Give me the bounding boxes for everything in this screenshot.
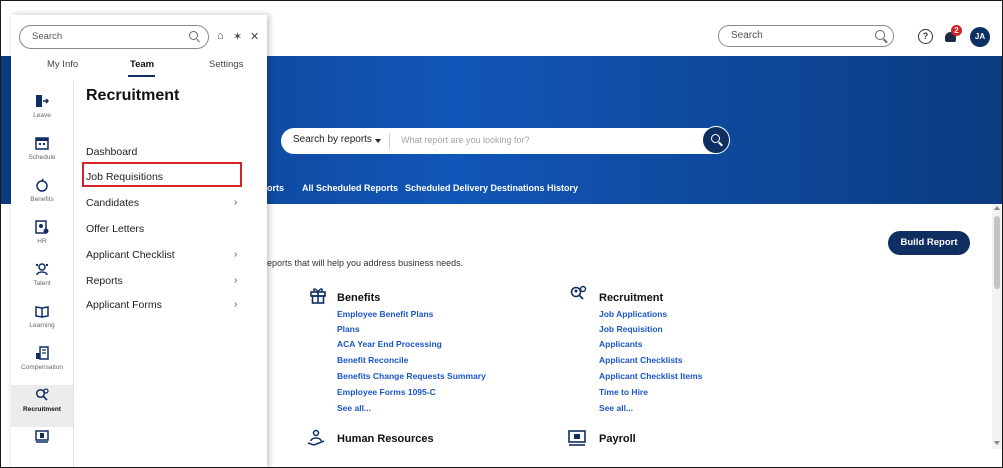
recruitment-category-title: Recruitment <box>599 292 664 304</box>
tab-scheduled-delivery-history[interactable]: Scheduled Delivery Destinations History <box>405 183 578 193</box>
report-link[interactable]: Benefits Change Requests Summary <box>337 371 486 381</box>
scroll-thumb[interactable] <box>994 216 1000 289</box>
calendar-icon <box>35 137 49 150</box>
chevron-right-icon[interactable]: › <box>234 299 237 310</box>
global-search-input[interactable]: Search <box>718 25 894 47</box>
tab-reports[interactable]: orts <box>267 183 284 193</box>
rail-item-schedule[interactable]: Schedule <box>11 133 73 175</box>
content-scrollbar[interactable] <box>992 204 1002 449</box>
search-type-select[interactable]: Search by reports <box>293 134 372 145</box>
payroll-category-title: Payroll <box>599 433 636 445</box>
report-link[interactable]: Benefit Reconcile <box>337 355 408 365</box>
rail-item-benefits[interactable]: Benefits <box>11 175 73 217</box>
search-icon <box>875 30 885 40</box>
rail-label: Learning <box>29 322 55 329</box>
report-search-bar: Search by reports What report are you lo… <box>281 126 730 154</box>
compensation-icon <box>36 346 49 360</box>
menu-item-offer-letters[interactable]: Offer Letters <box>86 223 144 235</box>
payroll-icon <box>35 430 49 443</box>
report-link[interactable]: Plans <box>337 324 360 334</box>
report-search-input[interactable]: What report are you looking for? <box>401 135 530 145</box>
payroll-icon <box>568 430 586 446</box>
tab-team[interactable]: Team <box>130 59 154 70</box>
report-link[interactable]: Applicants <box>599 339 642 349</box>
rail-item-compensation[interactable]: Compensation <box>11 343 73 385</box>
report-link[interactable]: Time to Hire <box>599 387 648 397</box>
scroll-down-icon[interactable] <box>994 441 1000 445</box>
module-rail: Leave Schedule Benefits HR Talent Learni… <box>11 81 74 467</box>
recruitment-icon <box>570 285 587 300</box>
apple-icon <box>36 178 48 192</box>
flyout-title: Recruitment <box>86 87 180 104</box>
notifications-icon[interactable]: 2 <box>945 25 962 43</box>
rail-label: Benefits <box>30 196 54 203</box>
notification-badge: 2 <box>951 25 962 36</box>
report-link[interactable]: Employee Benefit Plans <box>337 309 433 319</box>
talent-icon <box>35 263 49 276</box>
tab-my-info[interactable]: My Info <box>47 59 78 70</box>
leave-icon <box>36 95 49 107</box>
search-divider <box>389 133 390 149</box>
menu-item-candidates[interactable]: Candidates <box>86 197 139 209</box>
see-all-benefits-link[interactable]: See all... <box>337 403 371 413</box>
home-icon[interactable]: ⌂ <box>217 30 224 42</box>
intro-text: eports that will help you address busine… <box>267 258 464 268</box>
rail-label: Compensation <box>21 364 63 371</box>
help-icon[interactable]: ? <box>918 29 933 44</box>
recruitment-icon <box>35 388 49 401</box>
rail-item-learning[interactable]: Learning <box>11 301 73 343</box>
chevron-right-icon[interactable]: › <box>234 249 237 260</box>
scroll-up-icon[interactable] <box>994 206 1000 210</box>
human-resources-icon <box>307 429 325 446</box>
pin-icon[interactable]: ✶ <box>233 30 242 43</box>
highlight-box <box>82 162 242 187</box>
menu-item-dashboard[interactable]: Dashboard <box>86 146 137 158</box>
report-link[interactable]: ACA Year End Processing <box>337 339 442 349</box>
report-link[interactable]: Employee Forms 1095-C <box>337 387 436 397</box>
search-submit-button[interactable] <box>702 126 730 154</box>
app-window: Search ? 2 JA Search by reports What rep… <box>0 0 1003 468</box>
benefits-category-title: Benefits <box>337 292 381 304</box>
global-search-placeholder: Search <box>731 30 763 41</box>
rail-item-talent[interactable]: Talent <box>11 259 73 301</box>
see-all-recruitment-link[interactable]: See all... <box>599 403 633 413</box>
gift-icon <box>310 288 326 304</box>
panel-search-input[interactable]: Search <box>19 25 209 49</box>
tab-all-scheduled-reports[interactable]: All Scheduled Reports <box>302 183 398 193</box>
report-link[interactable]: Job Applications <box>599 309 667 319</box>
human-resources-category-title: Human Resources <box>337 433 434 445</box>
active-tab-indicator <box>128 75 155 77</box>
report-link[interactable]: Job Requisition <box>599 324 663 334</box>
panel-search-placeholder: Search <box>32 31 63 42</box>
rail-item-hr[interactable]: HR <box>11 217 73 259</box>
tab-settings[interactable]: Settings <box>209 59 243 70</box>
rail-label: HR <box>37 238 47 245</box>
build-report-button[interactable]: Build Report <box>888 231 970 255</box>
rail-item-leave[interactable]: Leave <box>11 91 73 133</box>
menu-item-applicant-forms[interactable]: Applicant Forms <box>86 299 162 311</box>
navigation-panel: Search ⌂ ✶ ✕ My Info Team Settings Leave… <box>11 15 267 467</box>
menu-item-reports[interactable]: Reports <box>86 275 123 287</box>
chevron-right-icon[interactable]: › <box>234 197 237 208</box>
chevron-down-icon[interactable] <box>375 139 381 143</box>
menu-item-applicant-checklist[interactable]: Applicant Checklist <box>86 249 175 261</box>
rail-item-more[interactable] <box>11 427 73 467</box>
rail-label: Recruitment <box>23 406 61 413</box>
rail-label: Talent <box>33 280 51 287</box>
rail-item-recruitment[interactable]: Recruitment <box>11 385 73 427</box>
avatar[interactable]: JA <box>970 27 990 47</box>
chevron-right-icon[interactable]: › <box>234 275 237 286</box>
report-link[interactable]: Applicant Checklist Items <box>599 371 702 381</box>
report-link[interactable]: Applicant Checklists <box>599 355 683 365</box>
book-icon <box>35 306 49 318</box>
rail-label: Schedule <box>28 154 56 161</box>
rail-label: Leave <box>33 112 51 119</box>
close-icon[interactable]: ✕ <box>250 30 259 43</box>
search-icon <box>189 31 198 40</box>
hr-document-icon <box>35 220 49 234</box>
